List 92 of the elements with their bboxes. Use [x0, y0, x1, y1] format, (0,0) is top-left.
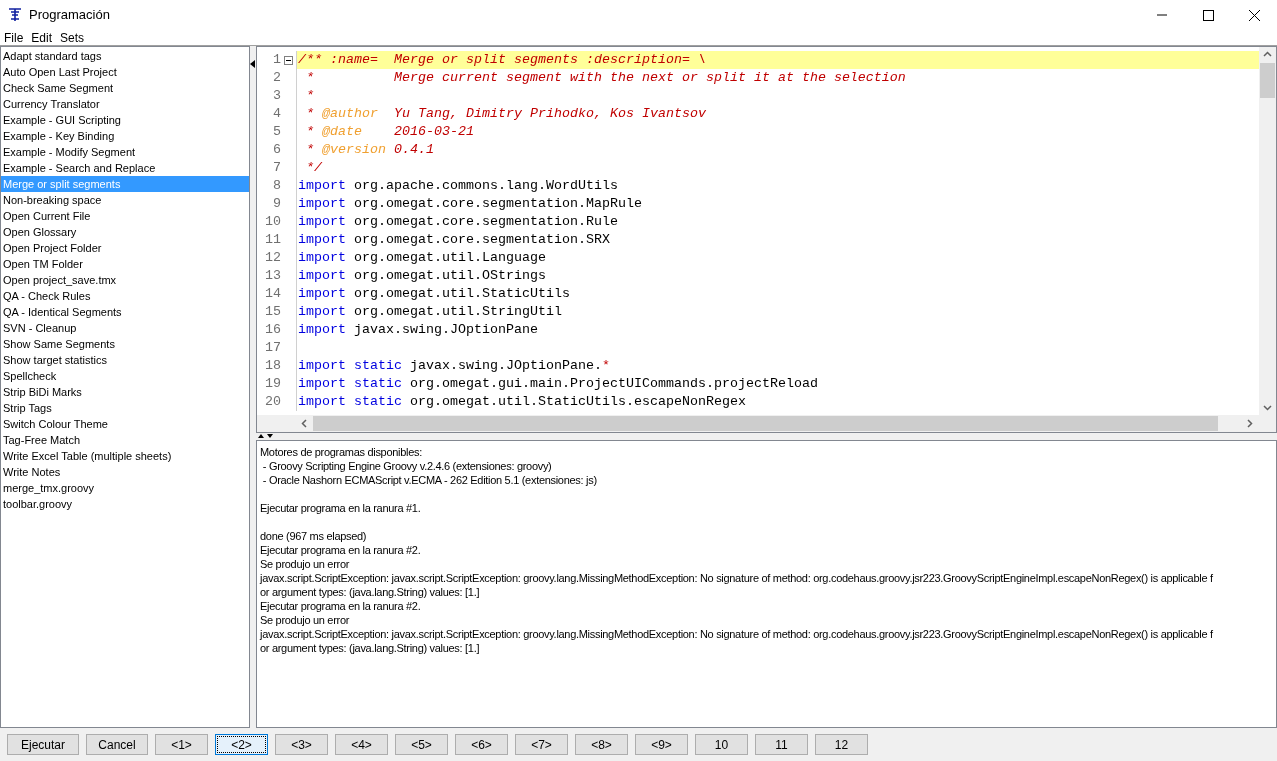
maximize-icon	[1202, 9, 1214, 21]
code-line: import static javax.swing.JOptionPane.*	[297, 357, 610, 375]
output-line: Motores de programas disponibles:	[260, 445, 423, 459]
scroll-thumb[interactable]	[313, 416, 1218, 431]
script-item[interactable]: Strip Tags	[1, 400, 249, 416]
script-item[interactable]: Write Notes	[1, 464, 249, 480]
slot-button[interactable]: 10	[695, 734, 748, 755]
slot-button[interactable]: <2>	[215, 734, 268, 755]
output-line: - Groovy Scripting Engine Groovy v.2.4.6 (extensiones: groovy)	[261, 459, 553, 473]
slot-button[interactable]: 11	[755, 734, 808, 755]
output-line: javax.script.ScriptException: javax.script.ScriptException: groovy.lang.MissingMethodException: No signature of method: org.codehaus.groovy.jsr223.GroovyScriptEngineImpl.escapeNonRegex() is applicable f	[260, 627, 1214, 641]
output-line: Se produjo un error	[260, 613, 351, 627]
window-title: Programación	[29, 6, 110, 25]
scroll-thumb[interactable]	[1260, 63, 1275, 98]
code-line: import org.omegat.util.Language	[297, 249, 546, 267]
script-item[interactable]: Open TM Folder	[1, 256, 249, 272]
output-line: javax.script.ScriptException: javax.script.ScriptException: groovy.lang.MissingMethodException: No signature of method: org.codehaus.groovy.jsr223.GroovyScriptEngineImpl.escapeNonRegex() is applicable f	[260, 571, 1214, 585]
code-line: import org.omegat.core.segmentation.MapRule	[297, 195, 642, 213]
horizontal-scrollbar[interactable]	[257, 415, 1276, 432]
output-line: Ejecutar programa en la ranura #1.	[260, 501, 422, 515]
script-item[interactable]: merge_tmx.groovy	[1, 480, 249, 496]
code-line: import org.omegat.core.segmentation.Rule	[297, 213, 618, 231]
script-item[interactable]: Non-breaking space	[1, 192, 249, 208]
script-item[interactable]: Example - Search and Replace	[1, 160, 249, 176]
code-line: import static org.omegat.gui.main.ProjectUICommands.projectReload	[297, 375, 818, 393]
code-line: import javax.swing.JOptionPane	[297, 321, 538, 339]
slot-button[interactable]: Ejecutar	[7, 734, 79, 755]
line-number: 1	[257, 50, 281, 70]
code-line: import org.apache.commons.lang.WordUtils	[297, 177, 618, 195]
script-item[interactable]: Spellcheck	[1, 368, 249, 384]
slot-button[interactable]: <5>	[395, 734, 448, 755]
script-item[interactable]: Example - Key Binding	[1, 128, 249, 144]
code-line: * @date 2016-03-21	[305, 123, 474, 141]
code-line: /** :name= Merge or split segments :description= \	[297, 51, 706, 69]
script-item[interactable]: Auto Open Last Project	[1, 64, 249, 80]
script-item[interactable]: SVN - Cleanup	[1, 320, 249, 336]
output-line: or argument types: (java.lang.String) values: [1.]	[260, 641, 481, 655]
slot-button[interactable]: 12	[815, 734, 868, 755]
code-line: * @author Yu Tang, Dimitry Prihodko, Kos Ivantsov	[305, 105, 706, 123]
script-item[interactable]: Open Current File	[1, 208, 249, 224]
slot-button[interactable]: <3>	[275, 734, 328, 755]
code-line: */	[305, 159, 322, 177]
code-line: import org.omegat.util.StaticUtils	[297, 285, 570, 303]
script-item[interactable]: Example - GUI Scripting	[1, 112, 249, 128]
slot-button[interactable]: <4>	[335, 734, 388, 755]
output-line: or argument types: (java.lang.String) values: [1.]	[260, 585, 481, 599]
script-item[interactable]: toolbar.groovy	[1, 496, 249, 512]
fold-icon[interactable]	[284, 55, 293, 65]
output-line: Se produjo un error	[260, 557, 351, 571]
scroll-right-icon[interactable]	[1247, 419, 1253, 428]
slot-button[interactable]: <6>	[455, 734, 508, 755]
code-line: *	[305, 87, 314, 105]
output-line: done (967 ms elapsed)	[260, 529, 368, 543]
script-item[interactable]: Open project_save.tmx	[1, 272, 249, 288]
code-line: import org.omegat.util.StringUtil	[297, 303, 562, 321]
menu-item[interactable]: Sets	[60, 28, 85, 47]
script-item[interactable]: Check Same Segment	[1, 80, 249, 96]
script-item[interactable]: QA - Identical Segments	[1, 304, 249, 320]
script-item[interactable]: Example - Modify Segment	[1, 144, 249, 160]
close-icon	[1248, 9, 1260, 21]
scroll-up-icon[interactable]	[1263, 51, 1272, 57]
code-line: import org.omegat.core.segmentation.SRX	[297, 231, 610, 249]
slot-button[interactable]: <7>	[515, 734, 568, 755]
output-line: Ejecutar programa en la ranura #2.	[260, 599, 422, 613]
slot-button[interactable]: <9>	[635, 734, 688, 755]
vertical-scrollbar[interactable]	[1259, 47, 1276, 415]
code-line: import org.omegat.util.OStrings	[297, 267, 546, 285]
app-icon	[7, 7, 23, 23]
splitter-arrows-icon[interactable]	[258, 433, 274, 438]
slot-button[interactable]: <8>	[575, 734, 628, 755]
output-line: Ejecutar programa en la ranura #2.	[260, 543, 422, 557]
script-item[interactable]: Currency Translator	[1, 96, 249, 112]
scroll-left-icon[interactable]	[301, 419, 307, 428]
scroll-down-icon[interactable]	[1263, 405, 1272, 411]
script-item[interactable]: Open Project Folder	[1, 240, 249, 256]
script-item[interactable]: Open Glossary	[1, 224, 249, 240]
slot-button[interactable]: Cancel	[86, 734, 148, 755]
menu-item[interactable]: Edit	[31, 28, 53, 47]
script-item[interactable]: Show Same Segments	[1, 336, 249, 352]
script-item[interactable]: Show target statistics	[1, 352, 249, 368]
script-item[interactable]: Tag-Free Match	[1, 432, 249, 448]
code-line: * @version 0.4.1	[305, 141, 434, 159]
slot-button[interactable]: <1>	[155, 734, 208, 755]
script-item[interactable]: QA - Check Rules	[1, 288, 249, 304]
output-line: - Oracle Nashorn ECMAScript v.ECMA - 262 Edition 5.1 (extensiones: js)	[261, 473, 598, 487]
code-line: * Merge current segment with the next or split it at the selection	[305, 69, 906, 87]
script-item[interactable]: Write Excel Table (multiple sheets)	[1, 448, 249, 464]
menu-item[interactable]: File	[4, 28, 24, 47]
script-item[interactable]: Adapt standard tags	[1, 48, 249, 64]
code-line: import static org.omegat.util.StaticUtils.escapeNonRegex	[297, 393, 746, 411]
script-item[interactable]: Strip BiDi Marks	[1, 384, 249, 400]
script-item[interactable]: Switch Colour Theme	[1, 416, 249, 432]
